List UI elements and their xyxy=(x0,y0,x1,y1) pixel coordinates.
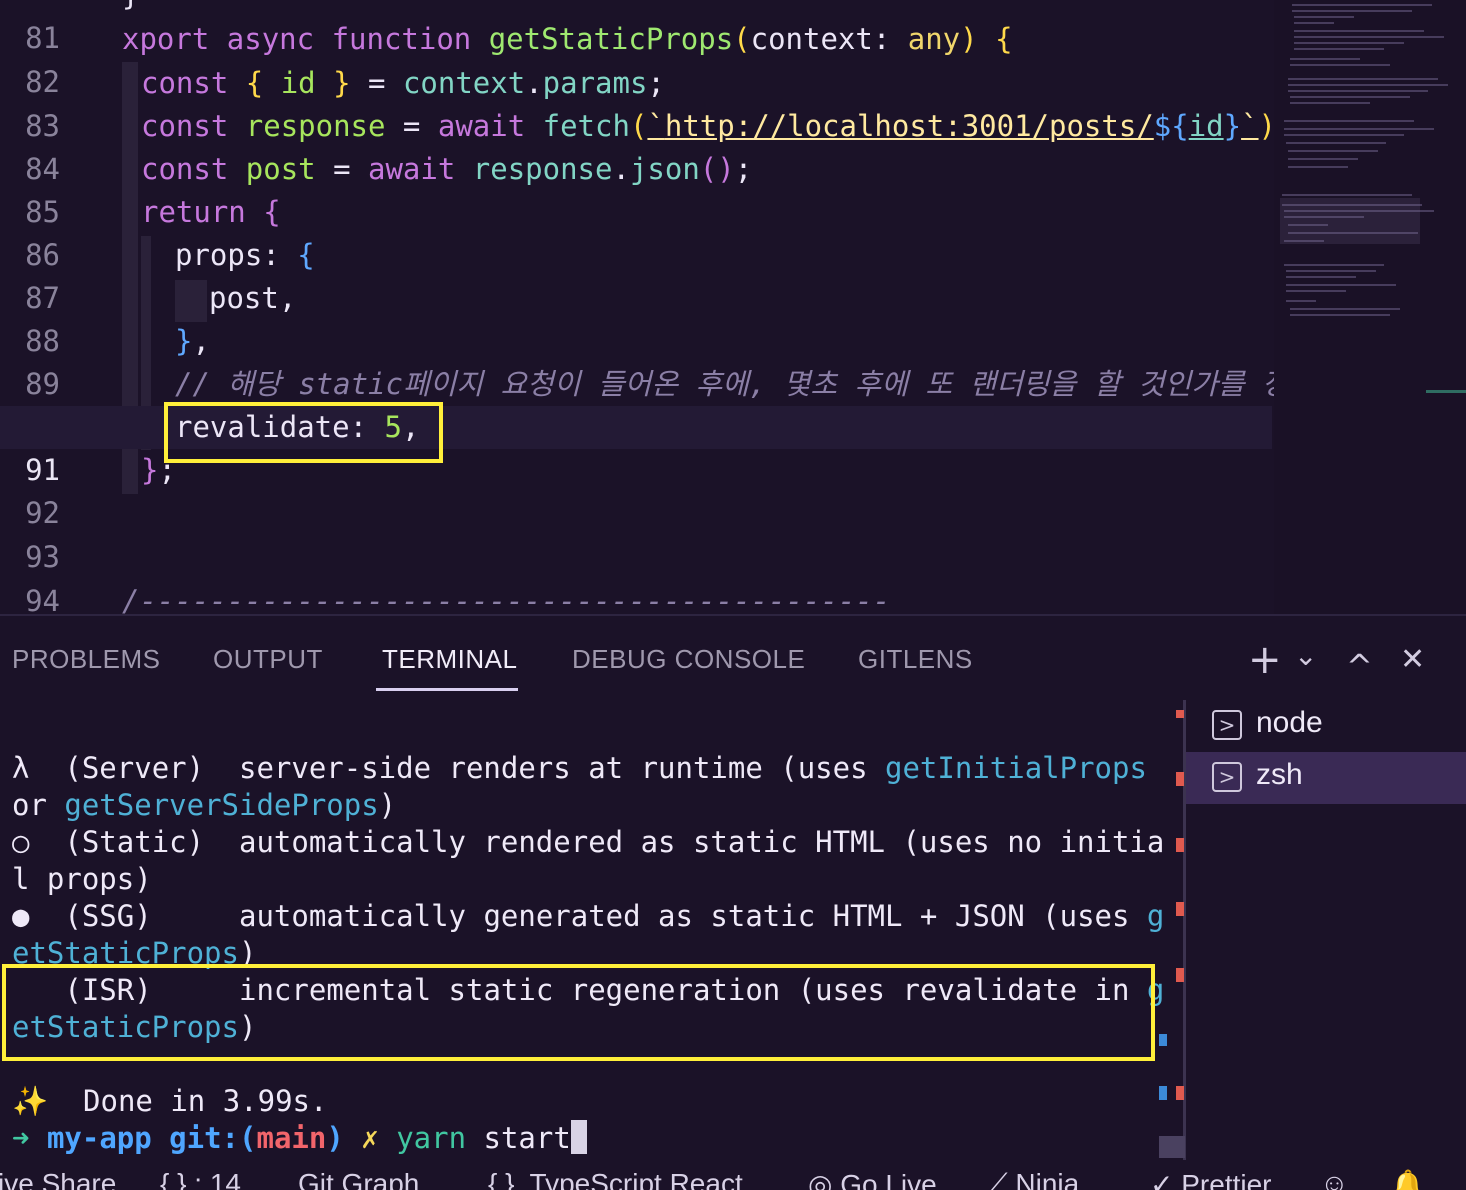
vscode-window: 81 } 82 xport async function getStaticPr… xyxy=(0,0,1466,1190)
scroll-marker xyxy=(1159,1086,1167,1100)
status-language-mode[interactable]: { } TypeScript React xyxy=(488,1168,743,1190)
terminal-cursor xyxy=(570,1120,587,1154)
terminal-prompt[interactable]: ➜ my-app git:(main) ✗ yarn start xyxy=(12,1120,587,1157)
terminal-item-zsh[interactable]: > zsh xyxy=(1186,752,1466,804)
broadcast-icon: ◎ xyxy=(808,1169,841,1190)
new-terminal-button[interactable]: + xyxy=(1248,640,1282,680)
code-line-94: 94 xyxy=(0,537,1272,614)
active-tab-indicator xyxy=(376,688,518,691)
ninja-icon: ⟋ xyxy=(988,1168,1016,1190)
terminal-line: or getServerSideProps) xyxy=(12,788,397,822)
scroll-marker xyxy=(1176,772,1184,786)
code-text: const post = await response.json(); xyxy=(141,152,753,186)
status-braces[interactable]: { } : 14 xyxy=(160,1168,241,1190)
arrow-icon: ➜ xyxy=(12,1121,30,1155)
check-all-icon: ✓ xyxy=(1150,1169,1182,1190)
status-git-graph[interactable]: Git Graph xyxy=(298,1168,419,1190)
code-text: post, xyxy=(209,281,297,315)
tab-gitlens[interactable]: GITLENS xyxy=(858,644,973,675)
code-text: return { xyxy=(141,195,281,229)
code-line-84: 84 const response = await fetch(`http://… xyxy=(0,105,1293,186)
code-line-93: 93 xyxy=(0,493,1272,574)
tab-terminal[interactable]: TERMINAL xyxy=(382,644,517,675)
bell-icon[interactable]: 🔔 xyxy=(1390,1168,1425,1190)
code-line-95: 95 /------------------------------------… xyxy=(0,580,1272,614)
status-bar: ive Share { } : 14 Git Graph { } TypeScr… xyxy=(0,1162,1466,1190)
terminal-line: λ (Server) server-side renders at runtim… xyxy=(12,751,1147,785)
highlight-box-isr xyxy=(2,964,1155,1061)
status-prettier[interactable]: ✓ Prettier xyxy=(1150,1168,1272,1190)
minimap-marker xyxy=(1426,390,1466,393)
terminal-line: l props) xyxy=(12,862,152,896)
code-line-87: 87 props: { xyxy=(0,234,1272,315)
code-text: props: { xyxy=(175,238,315,272)
highlight-box-revalidate xyxy=(164,402,443,463)
feedback-icon[interactable]: ☺ xyxy=(1320,1168,1349,1190)
bottom-panel: PROBLEMS OUTPUT TERMINAL DEBUG CONSOLE G… xyxy=(0,614,1466,1162)
minimap[interactable] xyxy=(1274,0,1466,614)
code-text: }, xyxy=(175,324,210,358)
tab-problems[interactable]: PROBLEMS xyxy=(12,644,161,675)
scroll-marker xyxy=(1176,1086,1184,1100)
terminal-line: ✨ Done in 3.99s. xyxy=(12,1084,328,1118)
scroll-marker xyxy=(1159,1034,1167,1046)
tab-debug-console[interactable]: DEBUG CONSOLE xyxy=(572,644,805,675)
code-comment: // 해당 static페이지 요청이 들어온 후에, 몇초 후에 또 랜더링을… xyxy=(175,367,1343,401)
code-text: const response = await fetch(`http://loc… xyxy=(141,109,1293,143)
scroll-marker xyxy=(1176,838,1184,852)
close-panel-button[interactable]: ✕ xyxy=(1400,640,1425,680)
terminal-item-node[interactable]: > node xyxy=(1186,700,1466,752)
code-text: xport async function getStaticProps(cont… xyxy=(122,22,1013,56)
code-line-86: 86 return { xyxy=(0,191,1272,272)
terminal-line: ● (SSG) automatically generated as stati… xyxy=(12,899,1165,933)
terminal-icon: > xyxy=(1212,710,1242,740)
chevron-down-icon[interactable]: ⌄ xyxy=(1294,636,1317,676)
scroll-thumb[interactable] xyxy=(1159,1136,1185,1158)
code-text: const { id } = context.params; xyxy=(141,66,665,100)
code-line-90: 90 // 해당 static페이지 요청이 들어온 후에, 몇초 후에 또 랜… xyxy=(0,363,1342,444)
code-line-85: 85 const post = await response.json(); xyxy=(0,148,1272,229)
code-line-88: 88 post, xyxy=(0,277,1272,358)
scroll-marker xyxy=(1176,710,1184,718)
tab-output[interactable]: OUTPUT xyxy=(213,644,323,675)
code-comment: /---------------------------------------… xyxy=(122,584,891,614)
code-line-81: 81 } xyxy=(0,0,1272,55)
terminal-icon: > xyxy=(1212,762,1242,792)
terminal-list: > node > zsh xyxy=(1186,700,1466,1164)
code-line-82: 82 xport async function getStaticProps(c… xyxy=(0,18,1272,99)
code-line-89: 89 }, xyxy=(0,320,1272,401)
code-editor[interactable]: 81 } 82 xport async function getStaticPr… xyxy=(0,0,1466,614)
sparkles-icon: ✨ xyxy=(12,1084,49,1118)
scroll-marker xyxy=(1176,902,1184,916)
status-ninja[interactable]: ⟋ Ninja xyxy=(988,1168,1079,1190)
scroll-marker xyxy=(1176,968,1184,982)
status-go-live[interactable]: ◎ Go Live xyxy=(808,1168,937,1190)
minimap-slider[interactable] xyxy=(1280,198,1420,244)
terminal-line: ○ (Static) automatically rendered as sta… xyxy=(12,825,1165,859)
status-live-share[interactable]: ive Share xyxy=(0,1168,116,1190)
code-line-83: 83 const { id } = context.params; xyxy=(0,62,1272,143)
maximize-panel-button[interactable]: ^ xyxy=(1346,646,1373,686)
